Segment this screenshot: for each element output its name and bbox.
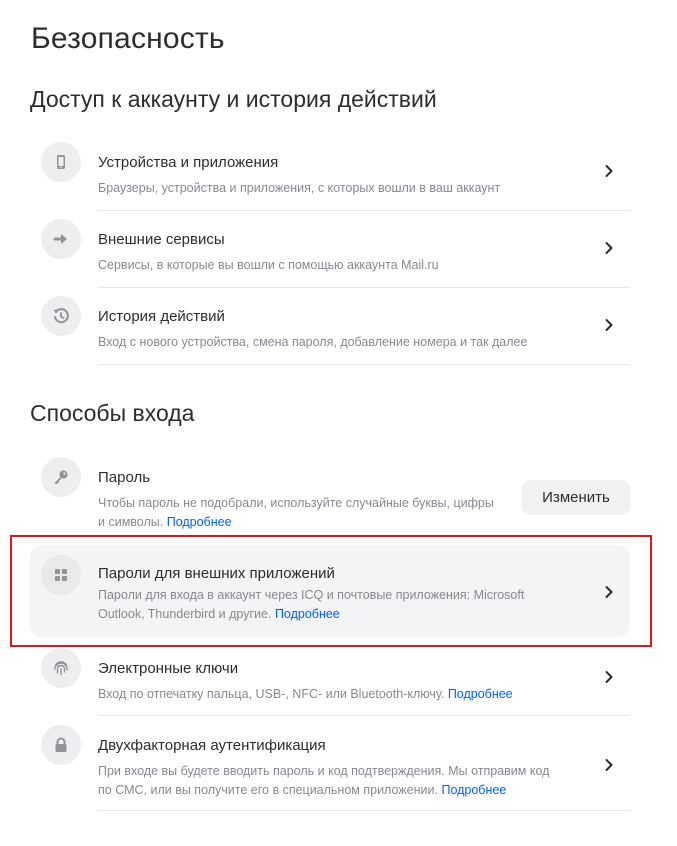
section-title-login-methods: Способы входа: [30, 400, 195, 426]
item-description: Пароли для входа в аккаунт через ICQ и п…: [98, 586, 558, 623]
divider: [98, 287, 630, 288]
item-title: Пароли для внешних приложений: [98, 565, 335, 582]
change-password-button[interactable]: Изменить: [522, 480, 630, 515]
history-icon: [41, 296, 81, 336]
phone-icon: [41, 142, 81, 182]
grid-icon: [41, 555, 81, 595]
chevron-right-icon: [602, 585, 616, 599]
item-description: Вход с нового устройства, смена пароля, …: [98, 335, 528, 349]
divider: [98, 810, 630, 811]
divider: [98, 364, 630, 365]
chevron-right-icon: [602, 758, 616, 772]
section-title-access: Доступ к аккаунту и история действий: [30, 86, 437, 112]
description-text: Вход по отпечатку пальца, USB-, NFC- или…: [98, 687, 445, 701]
item-title: Пароль: [98, 469, 151, 486]
app-passwords-item[interactable]: Пароли для внешних приложений Пароли для…: [30, 545, 630, 637]
arrow-right-icon: [41, 219, 81, 259]
fingerprint-icon: [41, 648, 81, 688]
item-description: Чтобы пароль не подобрали, используйте с…: [98, 494, 498, 531]
more-link[interactable]: Подробнее: [441, 783, 506, 797]
description-text: Чтобы пароль не подобрали, используйте с…: [98, 496, 494, 529]
security-keys-item[interactable]: Электронные ключи Вход по отпечатку паль…: [30, 648, 630, 716]
key-icon: [41, 457, 81, 497]
devices-and-apps-item[interactable]: Устройства и приложения Браузеры, устрой…: [30, 142, 630, 211]
divider: [98, 715, 630, 716]
chevron-right-icon: [602, 318, 616, 332]
lock-icon: [41, 725, 81, 765]
item-title: Двухфакторная аутентификация: [98, 737, 326, 754]
two-factor-item[interactable]: Двухфакторная аутентификация При входе в…: [30, 725, 630, 811]
item-description: При входе вы будете вводить пароль и код…: [98, 762, 558, 799]
item-description: Вход по отпечатку пальца, USB-, NFC- или…: [98, 685, 558, 704]
security-page: Безопасность Доступ к аккаунту и история…: [0, 0, 677, 846]
page-title: Безопасность: [31, 22, 225, 55]
item-title: История действий: [98, 308, 225, 325]
chevron-right-icon: [602, 670, 616, 684]
item-title: Внешние сервисы: [98, 231, 225, 248]
external-services-item[interactable]: Внешние сервисы Сервисы, в которые вы во…: [30, 219, 630, 288]
item-description: Сервисы, в которые вы вошли с помощью ак…: [98, 258, 439, 272]
divider: [98, 210, 630, 211]
chevron-right-icon: [602, 241, 616, 255]
item-title: Электронные ключи: [98, 660, 239, 677]
more-link[interactable]: Подробнее: [275, 607, 340, 621]
more-link[interactable]: Подробнее: [448, 687, 513, 701]
item-description: Браузеры, устройства и приложения, с кот…: [98, 181, 501, 195]
action-history-item[interactable]: История действий Вход с нового устройств…: [30, 296, 630, 365]
chevron-right-icon: [602, 164, 616, 178]
more-link[interactable]: Подробнее: [167, 515, 232, 529]
item-title: Устройства и приложения: [98, 154, 279, 171]
